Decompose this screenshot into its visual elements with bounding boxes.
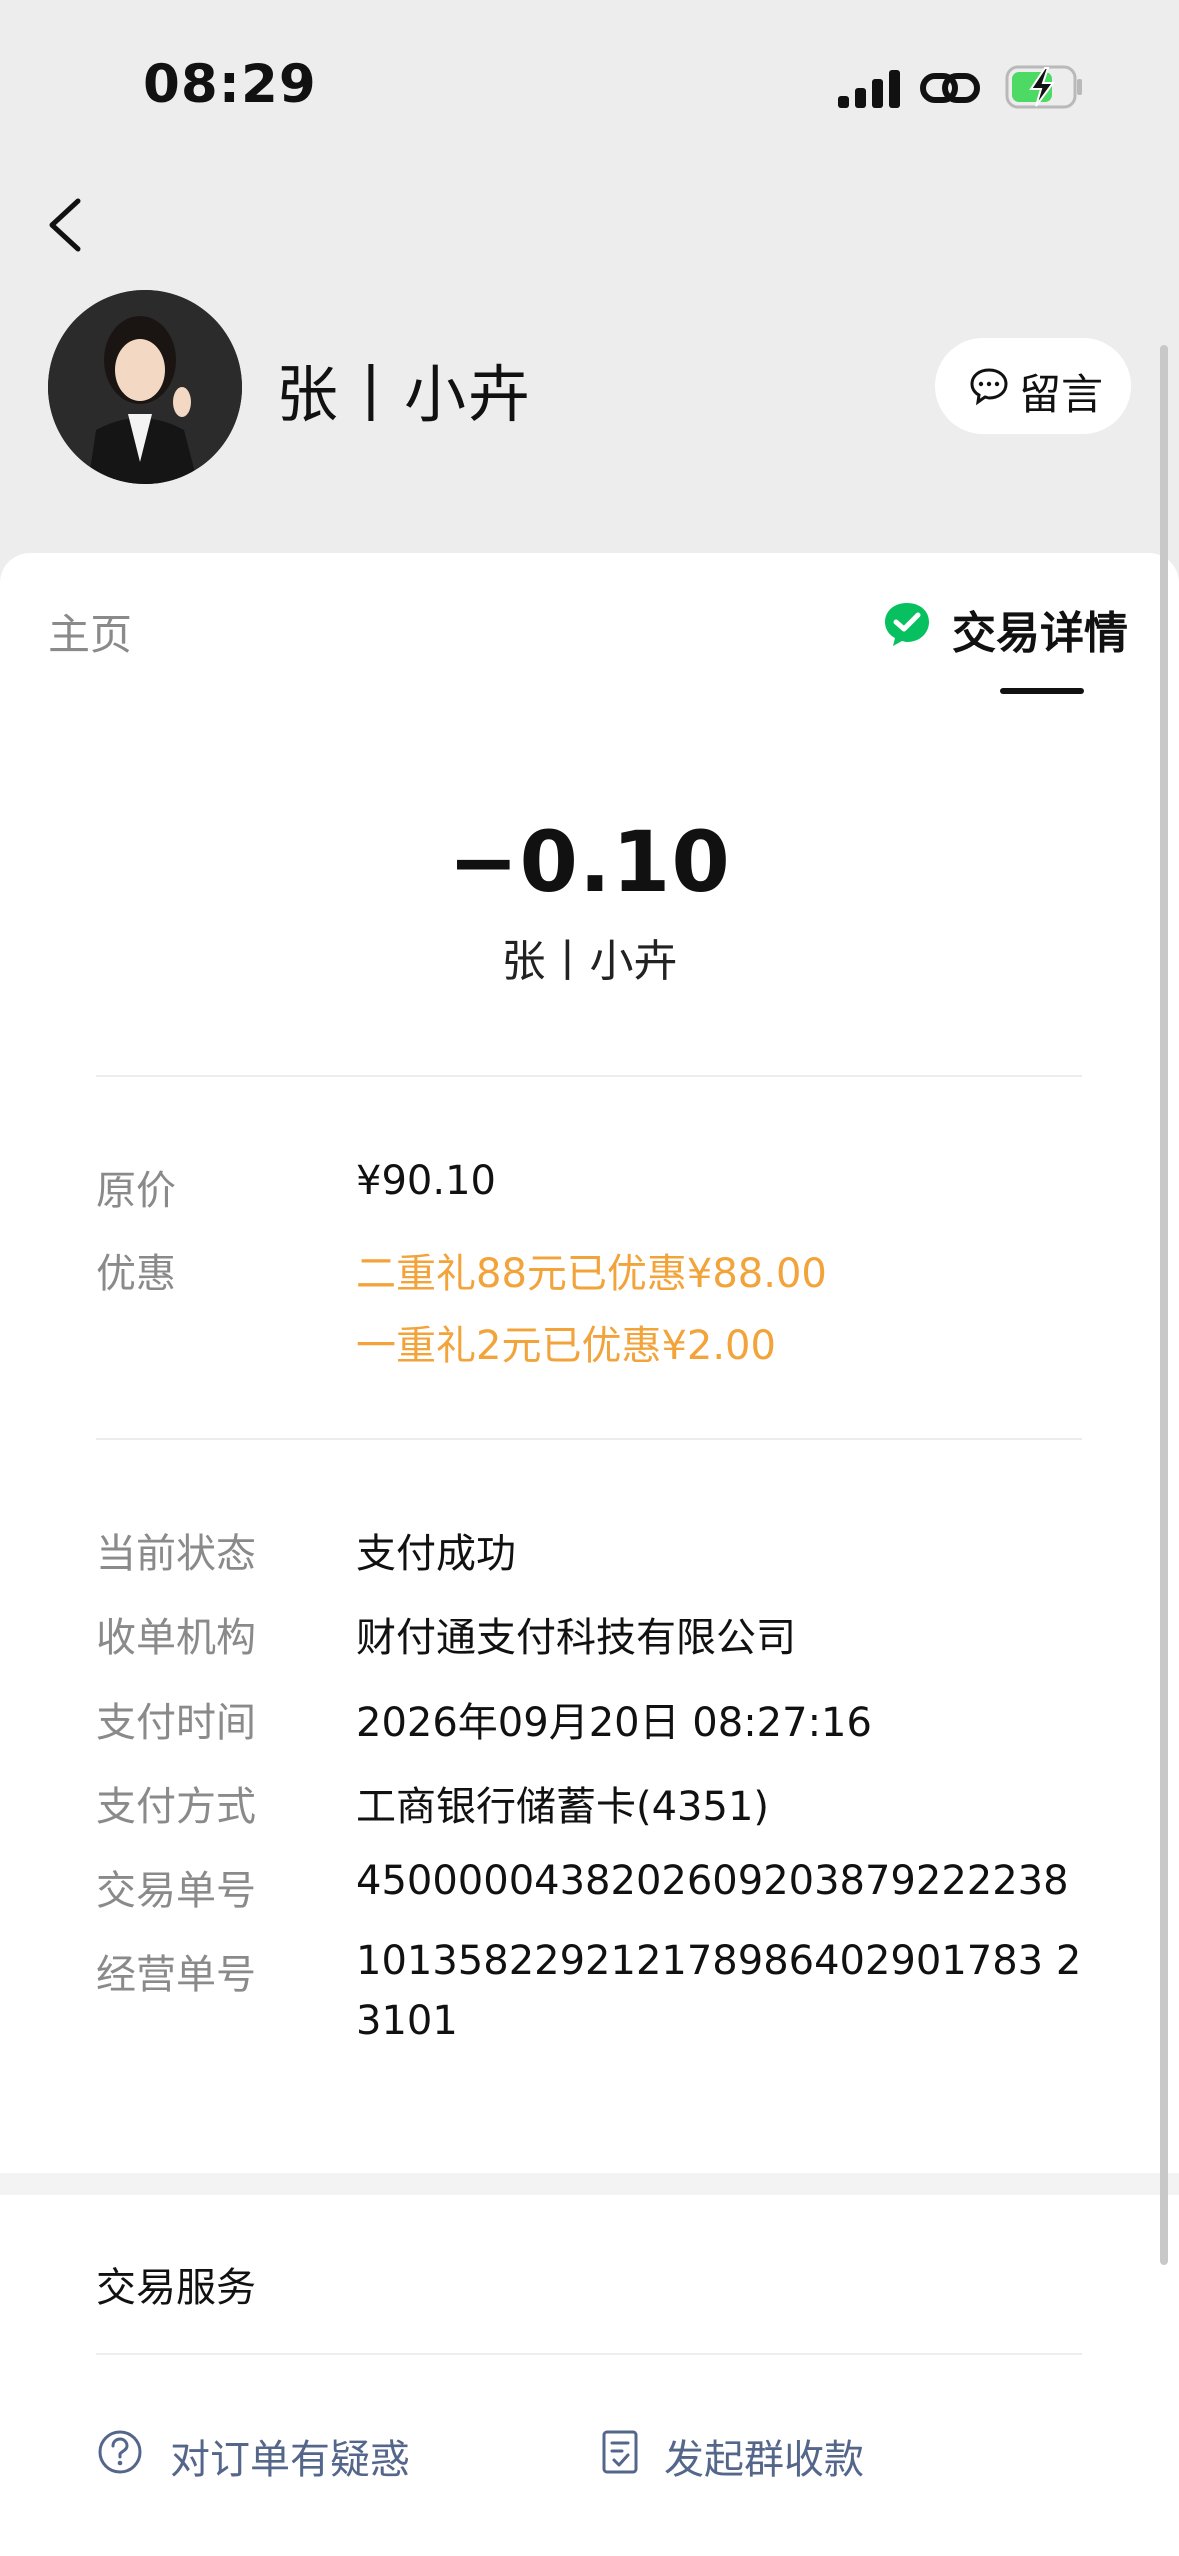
status-bar: 08:29 [0,0,1179,170]
tab-transaction-detail-label: 交易详情 [952,608,1128,659]
detail-value-transaction-no[interactable]: 4500000438202609203879222238 [356,1858,1069,1904]
back-chevron-icon[interactable] [42,195,92,255]
wechat-pay-check-icon [885,603,929,646]
payee-name: 张丨小卉 [501,936,678,987]
avatar-portrait-image [48,290,242,484]
divider [96,2353,1082,2355]
group-collect-document-icon [602,2430,638,2474]
question-circle-icon [98,2430,142,2474]
detail-value-merchant-no[interactable]: 101358229212178986402901783 23101 [356,1931,1086,2051]
transaction-amount: −0.10 [448,813,731,911]
tab-home[interactable]: 主页 [48,601,132,662]
chat-bubble-icon [970,368,1008,406]
personal-hotspot-icon [920,73,980,103]
divider [96,1075,1082,1077]
battery-charging-icon [1005,65,1082,109]
original-price-value: ¥90.10 [356,1158,496,1204]
detail-value-status: 支付成功 [356,1531,516,1577]
detail-value-pay-time: 2026年09月20日 08:27:16 [356,1700,872,1746]
contact-name: 张丨小卉 [276,358,533,431]
scrollbar[interactable] [1160,345,1168,2265]
active-tab-indicator [1000,688,1084,694]
section-gap [0,2173,1179,2195]
services-title: 交易服务 [96,2265,256,2311]
cellular-signal-icon [838,68,900,108]
group-collect-link[interactable]: 发起群收款 [664,2427,864,2485]
discount-label: 优惠 [96,1251,176,1297]
detail-label-acquirer: 收单机构 [96,1615,256,1661]
transaction-services: 交易服务 对订单有疑惑 发起群收款 [0,2195,1179,2556]
order-question-link[interactable]: 对订单有疑惑 [170,2427,410,2485]
discount-value: 二重礼88元已优惠¥88.00 [356,1251,827,1297]
avatar[interactable] [48,290,242,484]
discount-value: 一重礼2元已优惠¥2.00 [356,1323,776,1369]
transaction-card: 主页 交易详情 −0.10 张丨小卉 原价 ¥90.10 优惠 二重礼88元已优… [0,553,1179,2173]
divider [96,1438,1082,1440]
detail-value-acquirer: 财付通支付科技有限公司 [356,1615,796,1661]
status-time: 08:29 [143,54,317,115]
detail-label-pay-time: 支付时间 [96,1700,256,1746]
leave-message-button[interactable]: 留言 [935,338,1131,434]
detail-value-pay-method: 工商银行储蓄卡(4351) [356,1784,770,1830]
leave-message-label: 留言 [1019,370,1104,419]
detail-label-status: 当前状态 [96,1531,256,1577]
detail-label-transaction-no: 交易单号 [96,1868,256,1914]
original-price-label: 原价 [96,1168,176,1214]
detail-label-merchant-no: 经营单号 [96,1952,256,1998]
detail-label-pay-method: 支付方式 [96,1784,256,1830]
